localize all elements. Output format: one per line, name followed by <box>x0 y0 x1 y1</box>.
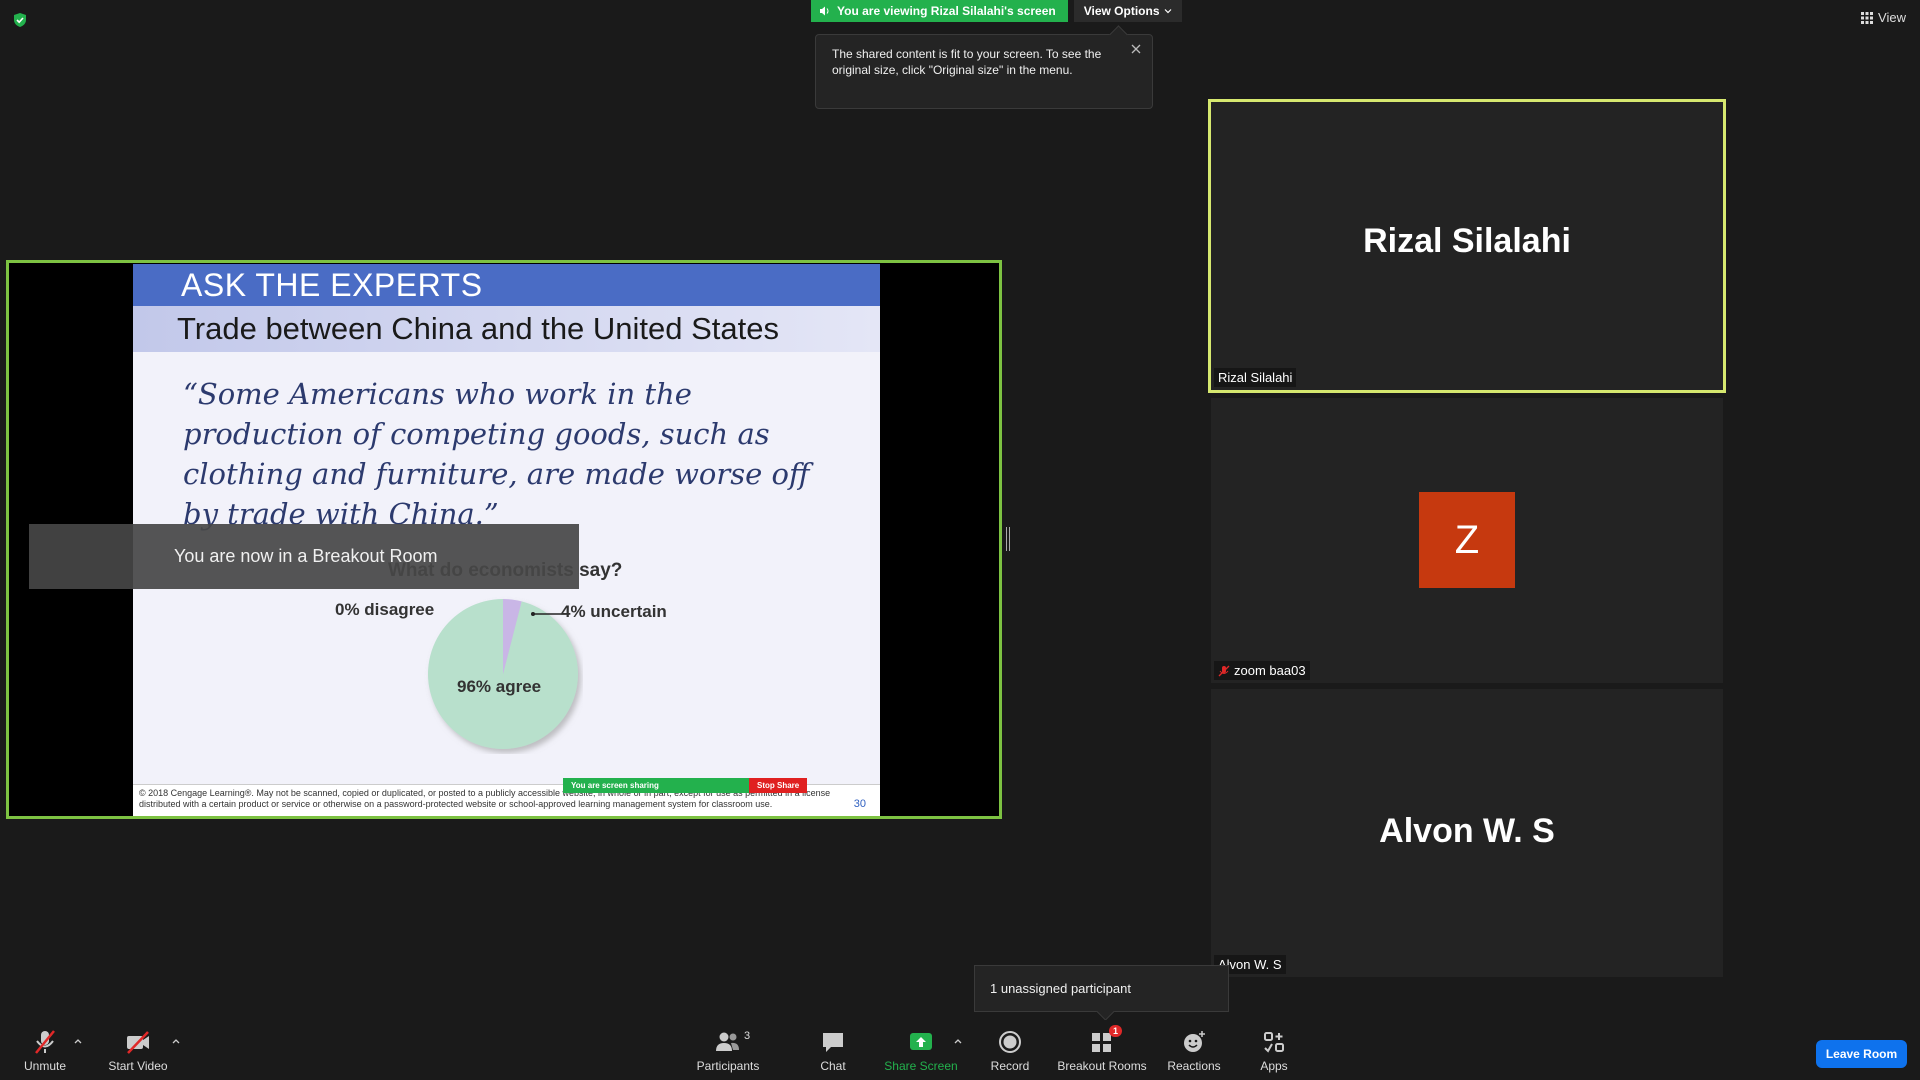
reactions-label: Reactions <box>1167 1059 1221 1073</box>
mini-share-bar: You are screen sharing Stop Share <box>563 778 808 793</box>
chevron-up-icon[interactable] <box>73 1036 83 1046</box>
unassigned-text: 1 unassigned participant <box>990 981 1131 996</box>
viewing-banner-text: You are viewing Rizal Silalahi's screen <box>837 4 1056 18</box>
unassigned-participant-popup: 1 unassigned participant <box>974 965 1229 1012</box>
muted-mic-icon <box>1218 665 1230 676</box>
unmute-label: Unmute <box>23 1059 67 1073</box>
leave-room-label: Leave Room <box>1825 1047 1898 1061</box>
muted-mic-icon <box>35 1030 55 1054</box>
pie-label-uncertain: 4% uncertain <box>561 602 667 621</box>
participant-label-text: zoom baa03 <box>1234 663 1306 678</box>
reactions-icon <box>1184 1031 1205 1052</box>
chat-button[interactable]: Chat <box>788 1028 878 1073</box>
mini-sharing-indicator: You are screen sharing <box>563 778 749 793</box>
participants-count: 3 <box>744 1030 751 1042</box>
view-layout-button[interactable]: View <box>1861 10 1906 25</box>
view-options-label: View Options <box>1083 4 1160 18</box>
participants-label: Participants <box>696 1059 760 1073</box>
participant-big-name: Alvon W. S <box>1379 812 1555 850</box>
record-icon <box>999 1031 1021 1053</box>
participants-icon <box>716 1032 739 1051</box>
breakout-rooms-button[interactable]: Breakout Rooms 1 <box>1057 1025 1147 1073</box>
chevron-up-icon[interactable] <box>953 1036 963 1046</box>
apps-button[interactable]: Apps <box>1229 1028 1319 1073</box>
record-button[interactable]: Record <box>965 1028 1055 1073</box>
fit-tooltip-text: The shared content is fit to your screen… <box>832 47 1102 77</box>
slide-subtitle: Trade between China and the United State… <box>177 311 780 346</box>
grid-icon <box>1861 11 1874 24</box>
record-label: Record <box>990 1059 1030 1073</box>
participants-button[interactable]: Participants 3 <box>683 1028 773 1073</box>
participant-name-label: Rizal Silalahi <box>1214 368 1297 387</box>
chat-icon <box>823 1033 843 1052</box>
mini-sharing-text: You are screen sharing <box>571 781 659 790</box>
participant-tile-zoom-baa03[interactable]: Z zoom baa03 <box>1211 398 1723 683</box>
slide-page-number: 30 <box>853 798 866 810</box>
pie-chart <box>428 599 578 749</box>
participant-label-text: Rizal Silalahi <box>1218 370 1293 385</box>
start-video-label: Start Video <box>108 1059 168 1073</box>
breakout-rooms-label: Breakout Rooms <box>1057 1059 1147 1073</box>
share-screen-button[interactable]: Share Screen <box>876 1028 966 1073</box>
meeting-toolbar: Unmute Start Video Participants 3 Chat S… <box>0 1020 1920 1080</box>
video-off-icon <box>127 1031 149 1054</box>
breakout-room-toast: You are now in a Breakout Room <box>29 524 579 589</box>
apps-label: Apps <box>1260 1059 1288 1073</box>
mini-stop-share: Stop Share <box>749 778 808 793</box>
resize-handle[interactable] <box>1006 527 1010 551</box>
viewing-indicator: You are viewing Rizal Silalahi's screen <box>811 0 1068 22</box>
share-screen-icon <box>910 1033 932 1050</box>
view-options-button[interactable]: View Options <box>1073 0 1182 22</box>
breakout-badge: 1 <box>1109 1025 1123 1037</box>
avatar: Z <box>1419 492 1515 588</box>
speaker-icon <box>820 6 829 16</box>
unmute-button[interactable]: Unmute <box>0 1028 90 1073</box>
slide-title: ASK THE EXPERTS <box>181 267 483 303</box>
security-shield-icon[interactable] <box>12 12 28 28</box>
participant-tile-rizal[interactable]: Rizal Silalahi Rizal Silalahi <box>1208 99 1726 393</box>
reactions-button[interactable]: Reactions <box>1149 1028 1239 1073</box>
pie-label-disagree: 0% disagree <box>335 600 435 619</box>
slide-quote: “Some Americans who work in the producti… <box>183 377 810 531</box>
participant-tile-alvon[interactable]: Alvon W. S Alvon W. S <box>1211 689 1723 977</box>
chevron-up-icon[interactable] <box>171 1036 181 1046</box>
fit-screen-tooltip: The shared content is fit to your screen… <box>815 34 1153 109</box>
chevron-down-icon <box>1164 9 1171 14</box>
leave-room-button[interactable]: Leave Room <box>1816 1040 1907 1068</box>
chat-label: Chat <box>820 1059 846 1073</box>
view-label: View <box>1878 10 1906 25</box>
start-video-button[interactable]: Start Video <box>93 1028 183 1073</box>
close-icon[interactable] <box>1128 41 1144 57</box>
mini-stop-text: Stop Share <box>757 781 800 790</box>
share-screen-label: Share Screen <box>884 1059 958 1073</box>
apps-icon <box>1264 1032 1284 1053</box>
participant-big-name: Rizal Silalahi <box>1363 222 1571 260</box>
pie-label-agree: 96% agree <box>457 677 542 696</box>
breakout-toast-text: You are now in a Breakout Room <box>174 546 438 566</box>
participant-name-label: zoom baa03 <box>1214 661 1310 680</box>
uncertain-leader-dot <box>531 612 535 616</box>
viewing-banner: You are viewing Rizal Silalahi's screen … <box>811 0 1182 22</box>
